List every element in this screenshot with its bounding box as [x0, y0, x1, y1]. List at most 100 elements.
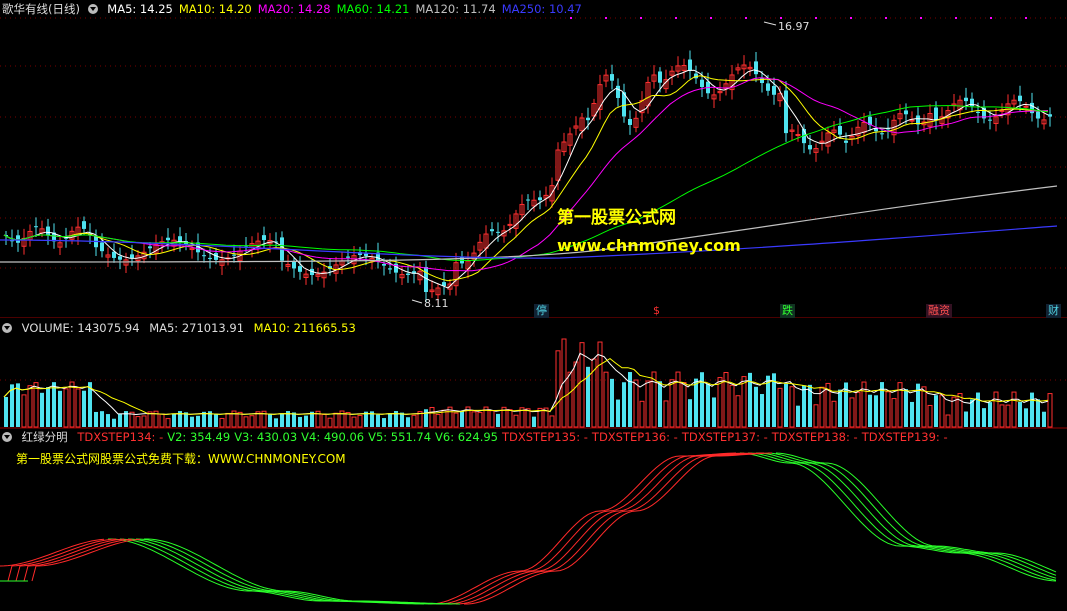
volume-bar — [429, 406, 435, 428]
volume-bar — [939, 394, 945, 428]
volume-bar — [172, 413, 176, 427]
candle-body — [976, 111, 980, 113]
volume-bar — [1011, 391, 1017, 428]
volume-bar — [411, 414, 417, 428]
indicator-chart[interactable] — [0, 441, 1067, 611]
volume-bar — [249, 415, 255, 428]
candle-body — [100, 242, 104, 252]
marker-dot — [990, 17, 992, 19]
volume-bar — [1042, 411, 1046, 427]
ma-line — [3, 75, 1049, 282]
volume-bar — [904, 389, 908, 427]
volume-bar — [1030, 392, 1034, 427]
volume-bar — [796, 405, 800, 427]
volume-bar — [669, 379, 675, 428]
indicator-line — [739, 452, 1057, 582]
volume-ma10-line — [3, 357, 1049, 415]
volume-bar — [471, 411, 477, 428]
marker-dot — [850, 17, 852, 19]
volume-bar — [700, 372, 704, 427]
volume-bar — [628, 372, 632, 427]
candle-body — [1030, 102, 1034, 114]
volume-bar — [190, 416, 194, 427]
volume-bar — [706, 383, 710, 427]
high-price-label: 16.97 — [778, 20, 810, 33]
volume-bar — [855, 391, 861, 428]
low-price-label: 8.11 — [424, 297, 449, 310]
volume-bar — [645, 380, 651, 428]
candle-body — [795, 134, 801, 137]
volume-bar — [658, 381, 662, 427]
candle-body — [658, 71, 662, 83]
volume-bar — [376, 414, 380, 427]
volume-bar — [982, 408, 986, 427]
indicator-line — [447, 452, 753, 605]
volume-bar — [945, 414, 951, 428]
marker-dot — [885, 17, 887, 19]
volume-bar — [555, 350, 561, 428]
candle-body — [586, 117, 590, 121]
candle-body — [688, 59, 692, 71]
low-pointer — [411, 299, 423, 304]
candle-body — [490, 229, 494, 232]
volume-bar — [694, 378, 698, 427]
volume-bar — [477, 412, 483, 428]
volume-pane-menu-icon[interactable] — [2, 323, 12, 333]
watermark-url: www.chnmoney.com — [557, 236, 741, 255]
candle-body — [388, 268, 392, 270]
volume-bar — [1024, 408, 1028, 427]
volume-bar — [729, 384, 735, 428]
indicator-line — [108, 538, 425, 605]
volume-bar — [141, 415, 147, 428]
event-tag-finance[interactable]: 财 — [1046, 304, 1061, 318]
volume-bar — [532, 416, 536, 427]
event-tag-margin[interactable]: 融资 — [926, 304, 952, 318]
event-tag-drop[interactable]: 跌 — [780, 304, 795, 318]
volume-bar — [1005, 404, 1011, 428]
volume-chart[interactable] — [0, 333, 1067, 433]
event-tag-suspend[interactable]: 停 — [534, 304, 549, 318]
volume-bar — [435, 413, 441, 428]
candle-body — [406, 273, 410, 275]
volume-bar — [268, 414, 272, 427]
candle-body — [628, 119, 632, 125]
price-chart[interactable]: 16.97 8.11 — [0, 0, 1067, 318]
volume-bar — [165, 418, 171, 428]
marker-dot — [710, 17, 712, 19]
volume-bar — [243, 416, 249, 428]
volume-bar — [525, 408, 531, 428]
candle-body — [232, 254, 236, 256]
volume-bar — [424, 409, 428, 427]
candle-body — [1023, 105, 1029, 108]
volume-bar — [717, 377, 723, 428]
candle-body — [208, 257, 212, 259]
volume-bar — [777, 387, 783, 428]
candle-body — [538, 197, 542, 201]
candle-body — [178, 236, 182, 242]
volume-bar — [754, 386, 758, 427]
volume-bar — [94, 411, 98, 427]
candle-body — [700, 79, 704, 87]
volume-bar — [388, 413, 392, 427]
marker-dot — [1025, 17, 1027, 19]
volume-bar — [784, 383, 788, 427]
volume-bar — [453, 412, 459, 428]
volume-bar — [351, 416, 357, 428]
volume-bar — [58, 390, 62, 427]
candle-body — [838, 126, 842, 135]
volume-bar — [460, 411, 464, 427]
volume-bar — [802, 385, 806, 427]
volume-bar — [27, 385, 33, 428]
marker-dot — [605, 17, 607, 19]
volume-bar — [82, 390, 86, 427]
candle-body — [292, 261, 296, 269]
volume-bar — [934, 395, 938, 427]
event-tag-dividend[interactable]: $ — [651, 304, 662, 318]
volume-bar — [400, 412, 404, 427]
volume-bar — [1047, 393, 1053, 428]
indicator-line — [464, 452, 773, 605]
candle-body — [1036, 111, 1040, 119]
marker-dot — [640, 17, 642, 19]
volume-bar — [196, 415, 200, 427]
volume-bar — [874, 395, 878, 427]
